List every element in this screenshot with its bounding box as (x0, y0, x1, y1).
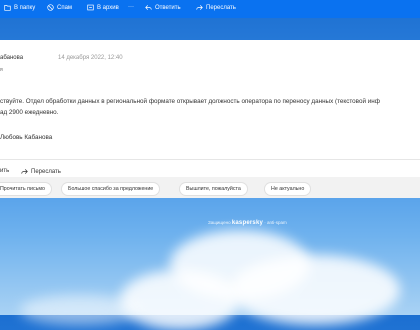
message-signature: Любовь Кабанова (0, 134, 53, 141)
folder-icon (4, 5, 11, 11)
forward-icon (196, 5, 203, 10)
spam-icon (47, 4, 54, 11)
forward-action[interactable]: Переслать (21, 168, 61, 175)
quick-reply-chip[interactable]: Не актуально (265, 183, 311, 195)
reply-button[interactable]: Ответить (145, 4, 181, 11)
archive-icon (87, 4, 94, 11)
sender-name[interactable]: абанова (0, 55, 23, 61)
message-body-line-2: ад 2900 ежедневно. (0, 109, 59, 116)
archive-button[interactable]: В архив (87, 4, 119, 11)
divider (0, 159, 420, 160)
move-to-folder-button[interactable]: В папку (4, 4, 35, 11)
quick-reply-chip[interactable]: Большое спасибо за предложение (62, 183, 160, 195)
quick-reply-chip[interactable]: Вышлите, пожалуйста (180, 183, 247, 195)
message-toolbar: В папку Спам В архив ··· Ответить Пересл… (0, 0, 420, 18)
recipient: я (0, 67, 3, 73)
kaspersky-logo: kaspersky (231, 220, 264, 226)
message-body-line-1: ствуйте. Отдел обработки данных в регион… (0, 98, 380, 105)
reply-action[interactable]: ить (0, 168, 9, 174)
message-card (0, 40, 420, 198)
more-button[interactable]: ··· (128, 4, 134, 10)
message-date: 14 декабря 2022, 12:40 (58, 55, 123, 61)
more-icon: ··· (128, 4, 134, 10)
kaspersky-protection-label: Защищено kaspersky · anti-spam (208, 220, 287, 226)
forward-button[interactable]: Переслать (196, 4, 236, 11)
forward-icon (21, 169, 28, 174)
spam-button[interactable]: Спам (47, 4, 72, 11)
quick-reply-chip[interactable]: Прочитать письмо (0, 183, 51, 195)
reply-icon (145, 5, 152, 10)
